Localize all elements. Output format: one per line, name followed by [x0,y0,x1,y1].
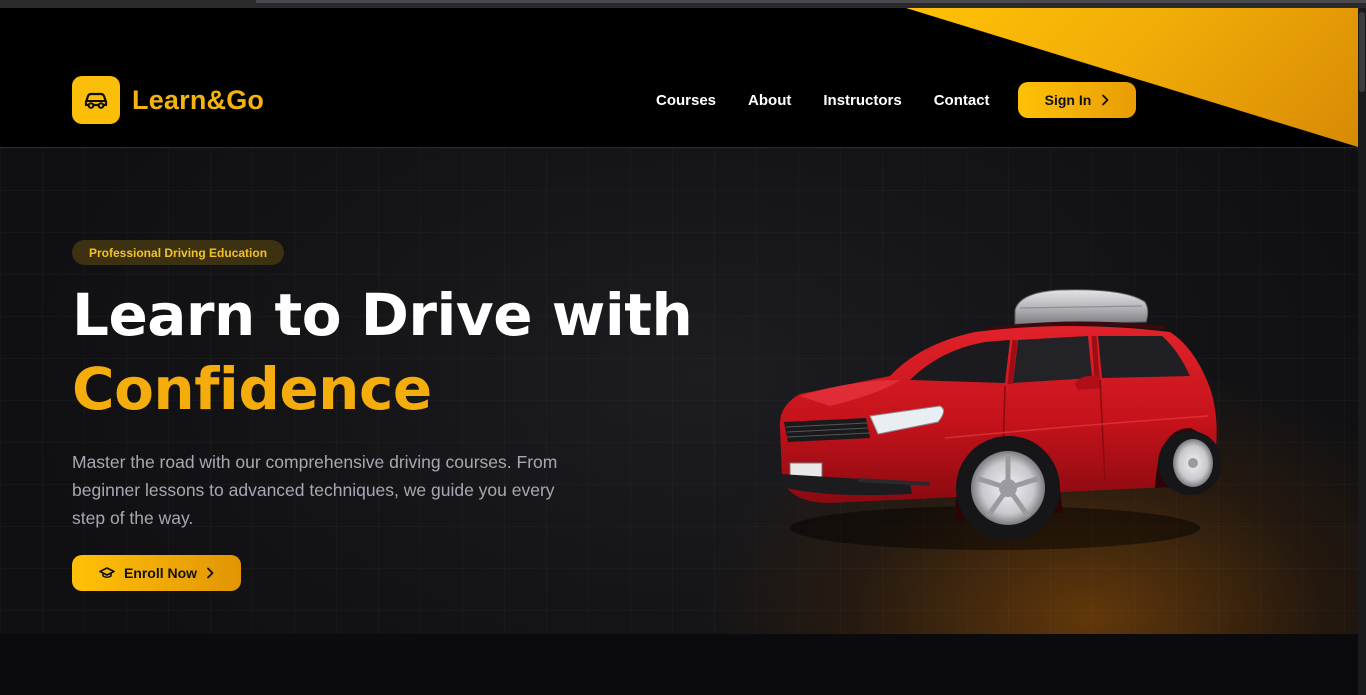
brand-name: Learn&Go [132,84,265,115]
hero-section: Professional Driving Education Learn to … [0,148,1358,634]
nav-link-contact[interactable]: Contact [934,92,990,109]
hero-headline: Learn to Drive with Confidence [72,278,693,426]
next-section [0,634,1358,695]
logo-badge [72,76,120,124]
scrollbar-thumb[interactable] [1359,12,1365,92]
main-nav: Courses About Instructors Contact [640,82,1006,118]
graduation-cap-icon [99,567,115,579]
enroll-now-button[interactable]: Enroll Now [72,555,241,591]
car-icon [84,92,108,109]
headline-line-1: Learn to Drive with [72,281,693,349]
sign-in-button[interactable]: Sign In [1018,82,1136,118]
chevron-right-icon [1102,94,1109,106]
hero-car-image [779,289,1222,550]
chevron-right-icon [207,567,214,579]
headline-line-2: Confidence [72,355,432,423]
site-header: Learn&Go Courses About Instructors Conta… [0,8,1358,148]
page-scrollbar[interactable] [1358,8,1366,695]
enroll-now-label: Enroll Now [123,565,198,581]
hero-badge: Professional Driving Education [72,240,285,265]
nav-link-courses[interactable]: Courses [656,92,716,109]
nav-link-about[interactable]: About [748,92,791,109]
hero-description: Master the road with our comprehensive d… [72,452,558,528]
sign-in-label: Sign In [1044,92,1092,108]
nav-link-instructors[interactable]: Instructors [823,92,901,109]
browser-tab-bar [256,0,1366,3]
header-corner-accent [906,8,1358,147]
browser-top-strip [0,0,1366,8]
brand-logo[interactable]: Learn&Go [72,76,264,124]
